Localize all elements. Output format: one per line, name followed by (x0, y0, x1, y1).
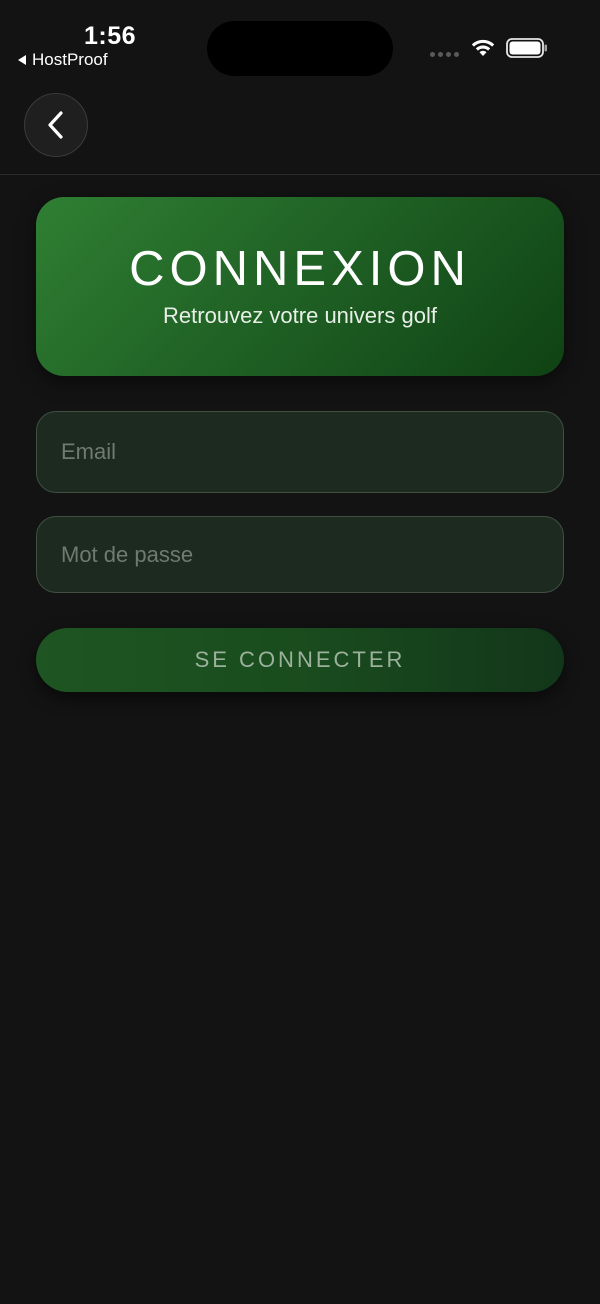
status-bar: 1:56 HostProof (0, 0, 600, 80)
password-field[interactable] (36, 516, 564, 593)
back-triangle-icon (18, 55, 26, 65)
email-field[interactable] (36, 411, 564, 493)
back-to-app-link[interactable]: HostProof (18, 50, 108, 70)
cellular-signal-icon (430, 52, 459, 57)
battery-icon (506, 38, 547, 58)
page-title: CONNEXION (129, 242, 471, 296)
login-button[interactable]: SE CONNECTER (36, 628, 564, 692)
back-button[interactable] (24, 93, 88, 157)
back-app-label: HostProof (32, 50, 108, 69)
wifi-icon (471, 39, 495, 56)
login-hero-card: CONNEXION Retrouvez votre univers golf (36, 197, 564, 376)
status-time: 1:56 (84, 22, 137, 50)
login-screen: 1:56 HostProof CONNEXION Retrouvez votre… (0, 0, 600, 1304)
page-subtitle: Retrouvez votre univers golf (163, 303, 437, 328)
dynamic-island (207, 21, 393, 76)
chevron-left-icon (48, 111, 63, 139)
navigation-bar (0, 80, 600, 175)
